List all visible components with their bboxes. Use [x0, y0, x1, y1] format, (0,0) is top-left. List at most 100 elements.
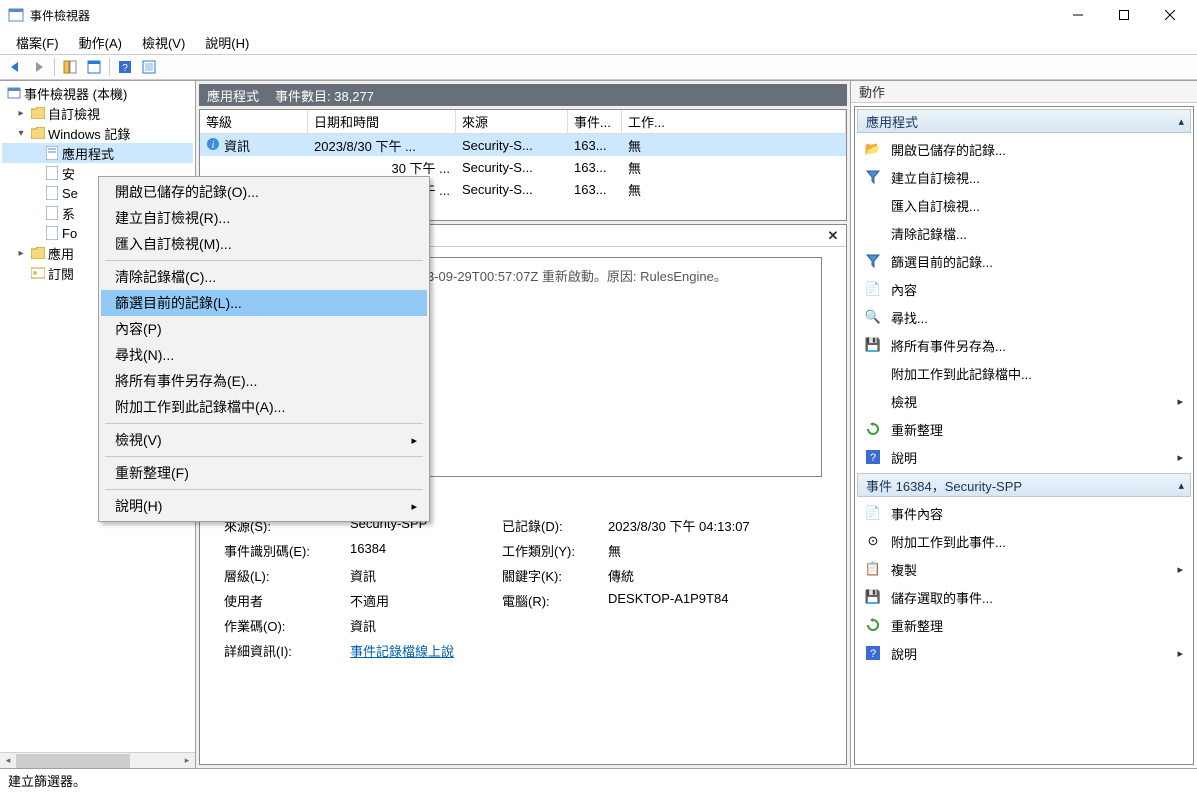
refresh-icon — [865, 421, 881, 437]
import-icon — [865, 197, 881, 213]
forward-button[interactable] — [28, 56, 50, 78]
action-open-saved[interactable]: 📂開啟已儲存的記錄... — [855, 135, 1193, 163]
title-bar: 事件檢視器 — [0, 0, 1197, 30]
cm-save-all[interactable]: 將所有事件另存為(E)... — [101, 368, 427, 394]
col-level[interactable]: 等級 — [200, 110, 308, 134]
status-text: 建立篩選器。 — [8, 771, 86, 790]
action-refresh2[interactable]: 重新整理 — [855, 611, 1193, 639]
actions-section-application[interactable]: 應用程式 ▴ — [857, 109, 1191, 133]
chevron-up-icon: ▴ — [1178, 115, 1184, 128]
menu-view[interactable]: 檢視(V) — [134, 31, 193, 54]
tree-label: Fo — [62, 226, 77, 241]
col-eventid[interactable]: 事件... — [568, 110, 622, 134]
scroll-right-icon[interactable]: ▸ — [179, 754, 195, 768]
log-icon — [44, 225, 60, 241]
cm-separator — [105, 489, 423, 490]
logged-label: 已記錄(D): — [502, 516, 592, 535]
tree-custom-views[interactable]: ▸ 自訂檢視 — [2, 103, 193, 123]
actions-section-event[interactable]: 事件 16384，Security-SPP ▴ — [857, 473, 1191, 497]
subscription-icon — [30, 265, 46, 281]
level-label: 層級(L): — [224, 566, 334, 585]
cm-properties[interactable]: 內容(P) — [101, 316, 427, 342]
chevron-right-icon: ▸ — [1177, 395, 1183, 408]
minimize-button[interactable] — [1055, 0, 1101, 30]
tree-label: 安 — [62, 164, 75, 183]
cm-separator — [105, 423, 423, 424]
cm-refresh[interactable]: 重新整理(F) — [101, 460, 427, 486]
show-hide-tree-button[interactable] — [59, 56, 81, 78]
svg-text:?: ? — [870, 648, 876, 660]
col-task[interactable]: 工作... — [622, 110, 846, 134]
refresh-icon — [865, 617, 881, 633]
cell-task: 無 — [622, 136, 846, 155]
close-button[interactable] — [1147, 0, 1193, 30]
event-row[interactable]: i資訊 2023/8/30 下午 ... Security-S... 163..… — [200, 134, 846, 156]
scroll-left-icon[interactable]: ◂ — [0, 754, 16, 768]
cm-clear-log[interactable]: 清除記錄檔(C)... — [101, 264, 427, 290]
eventid-label: 事件識別碼(E): — [224, 541, 334, 560]
toolbar-sep — [54, 58, 55, 76]
scroll-track[interactable] — [16, 754, 179, 768]
close-icon[interactable]: ✕ — [824, 227, 842, 245]
maximize-button[interactable] — [1101, 0, 1147, 30]
tree-item-application[interactable]: 應用程式 — [2, 143, 193, 163]
action-refresh[interactable]: 重新整理 — [855, 415, 1193, 443]
tree-label: 應用 — [48, 244, 74, 263]
cm-open-saved[interactable]: 開啟已儲存的記錄(O)... — [101, 179, 427, 205]
event-row[interactable]: 30 下午 ... Security-S... 163... 無 — [200, 156, 846, 178]
actions-panel: 動作 應用程式 ▴ 📂開啟已儲存的記錄... 建立自訂檢視... 匯入自訂檢視.… — [851, 81, 1197, 768]
opcode-label: 作業碼(O): — [224, 616, 334, 635]
properties-button[interactable] — [83, 56, 105, 78]
collapse-icon[interactable]: ▾ — [14, 126, 28, 140]
expand-icon[interactable]: ▸ — [14, 246, 28, 260]
action-create-custom[interactable]: 建立自訂檢視... — [855, 163, 1193, 191]
cm-attach-task[interactable]: 附加工作到此記錄檔中(A)... — [101, 394, 427, 420]
action-find[interactable]: 🔍尋找... — [855, 303, 1193, 331]
cm-create-custom[interactable]: 建立自訂檢視(R)... — [101, 205, 427, 231]
cm-help[interactable]: 說明(H)▸ — [101, 493, 427, 519]
grid-header: 等級 日期和時間 來源 事件... 工作... — [200, 110, 846, 134]
folder-icon — [30, 105, 46, 121]
col-source[interactable]: 來源 — [456, 110, 568, 134]
tree-root[interactable]: 事件檢視器 (本機) — [2, 83, 193, 103]
action-save-selected[interactable]: 💾儲存選取的事件... — [855, 583, 1193, 611]
center-header: 應用程式 事件數目: 38,277 — [199, 84, 847, 106]
folder-icon — [30, 125, 46, 141]
log-icon — [44, 165, 60, 181]
computer-value: DESKTOP-A1P9T84 — [608, 591, 728, 610]
action-attach-task[interactable]: 附加工作到此記錄檔中... — [855, 359, 1193, 387]
opcode-value: 資訊 — [350, 616, 376, 635]
action-copy[interactable]: 📋複製▸ — [855, 555, 1193, 583]
status-bar: 建立篩選器。 — [0, 768, 1197, 792]
tree-windows-logs[interactable]: ▾ Windows 記錄 — [2, 123, 193, 143]
cm-find[interactable]: 尋找(N)... — [101, 342, 427, 368]
cm-view[interactable]: 檢視(V)▸ — [101, 427, 427, 453]
scroll-thumb[interactable] — [16, 754, 130, 768]
context-menu: 開啟已儲存的記錄(O)... 建立自訂檢視(R)... 匯入自訂檢視(M)...… — [98, 176, 430, 522]
action-filter-current[interactable]: 篩選目前的記錄... — [855, 247, 1193, 275]
cm-import-custom[interactable]: 匯入自訂檢視(M)... — [101, 231, 427, 257]
action-help[interactable]: ?說明▸ — [855, 443, 1193, 471]
expand-icon[interactable]: ▸ — [14, 106, 28, 120]
col-datetime[interactable]: 日期和時間 — [308, 110, 456, 134]
tree-hscroll[interactable]: ◂ ▸ — [0, 752, 195, 768]
menu-file[interactable]: 檔案(F) — [8, 31, 67, 54]
menu-action[interactable]: 動作(A) — [71, 31, 130, 54]
action-view[interactable]: 檢視▸ — [855, 387, 1193, 415]
back-button[interactable] — [4, 56, 26, 78]
cell-level: 資訊 — [224, 136, 250, 155]
toolbar: ? — [0, 54, 1197, 80]
computer-label: 電腦(R): — [502, 591, 592, 610]
cm-filter-current[interactable]: 篩選目前的記錄(L)... — [101, 290, 427, 316]
action-properties[interactable]: 📄內容 — [855, 275, 1193, 303]
action-save-all[interactable]: 💾將所有事件另存為... — [855, 331, 1193, 359]
action-clear-log[interactable]: 清除記錄檔... — [855, 219, 1193, 247]
action-import-custom[interactable]: 匯入自訂檢視... — [855, 191, 1193, 219]
action-attach-task-event[interactable]: ⊙附加工作到此事件... — [855, 527, 1193, 555]
preview-button[interactable] — [138, 56, 160, 78]
help-button[interactable]: ? — [114, 56, 136, 78]
action-help2[interactable]: ?說明▸ — [855, 639, 1193, 667]
menu-help[interactable]: 說明(H) — [197, 31, 257, 54]
moreinfo-link[interactable]: 事件記錄檔線上說 — [350, 641, 454, 660]
action-event-properties[interactable]: 📄事件內容 — [855, 499, 1193, 527]
